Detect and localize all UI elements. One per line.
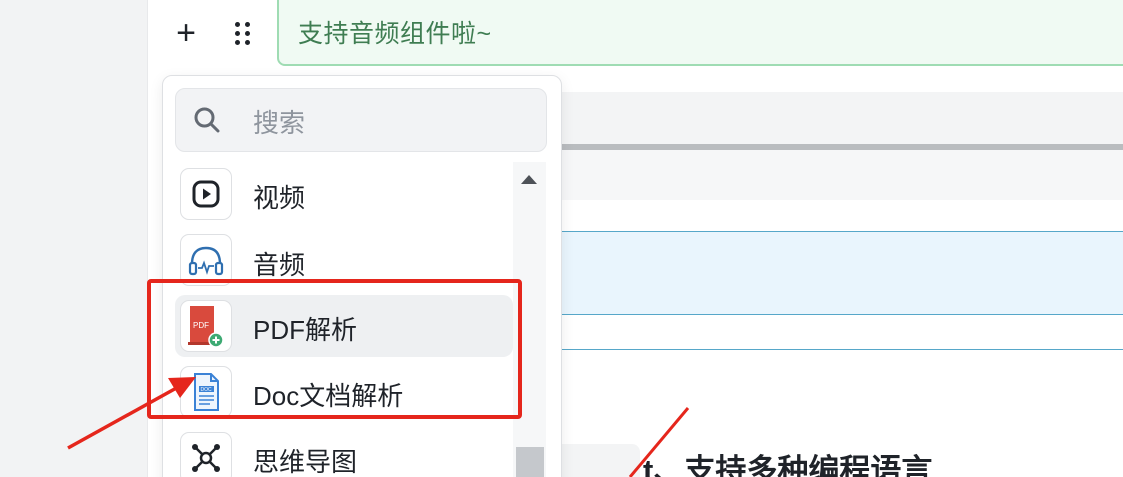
annotation-arrow-right: [628, 407, 690, 477]
annotation-arrow-left: [67, 377, 196, 450]
editor-screen: 支持音频组件啦~ t、支持多种编程语言 + 搜索 视频 音频 PDF PDF解析…: [0, 0, 1123, 477]
annotation-arrows: [67, 377, 690, 477]
